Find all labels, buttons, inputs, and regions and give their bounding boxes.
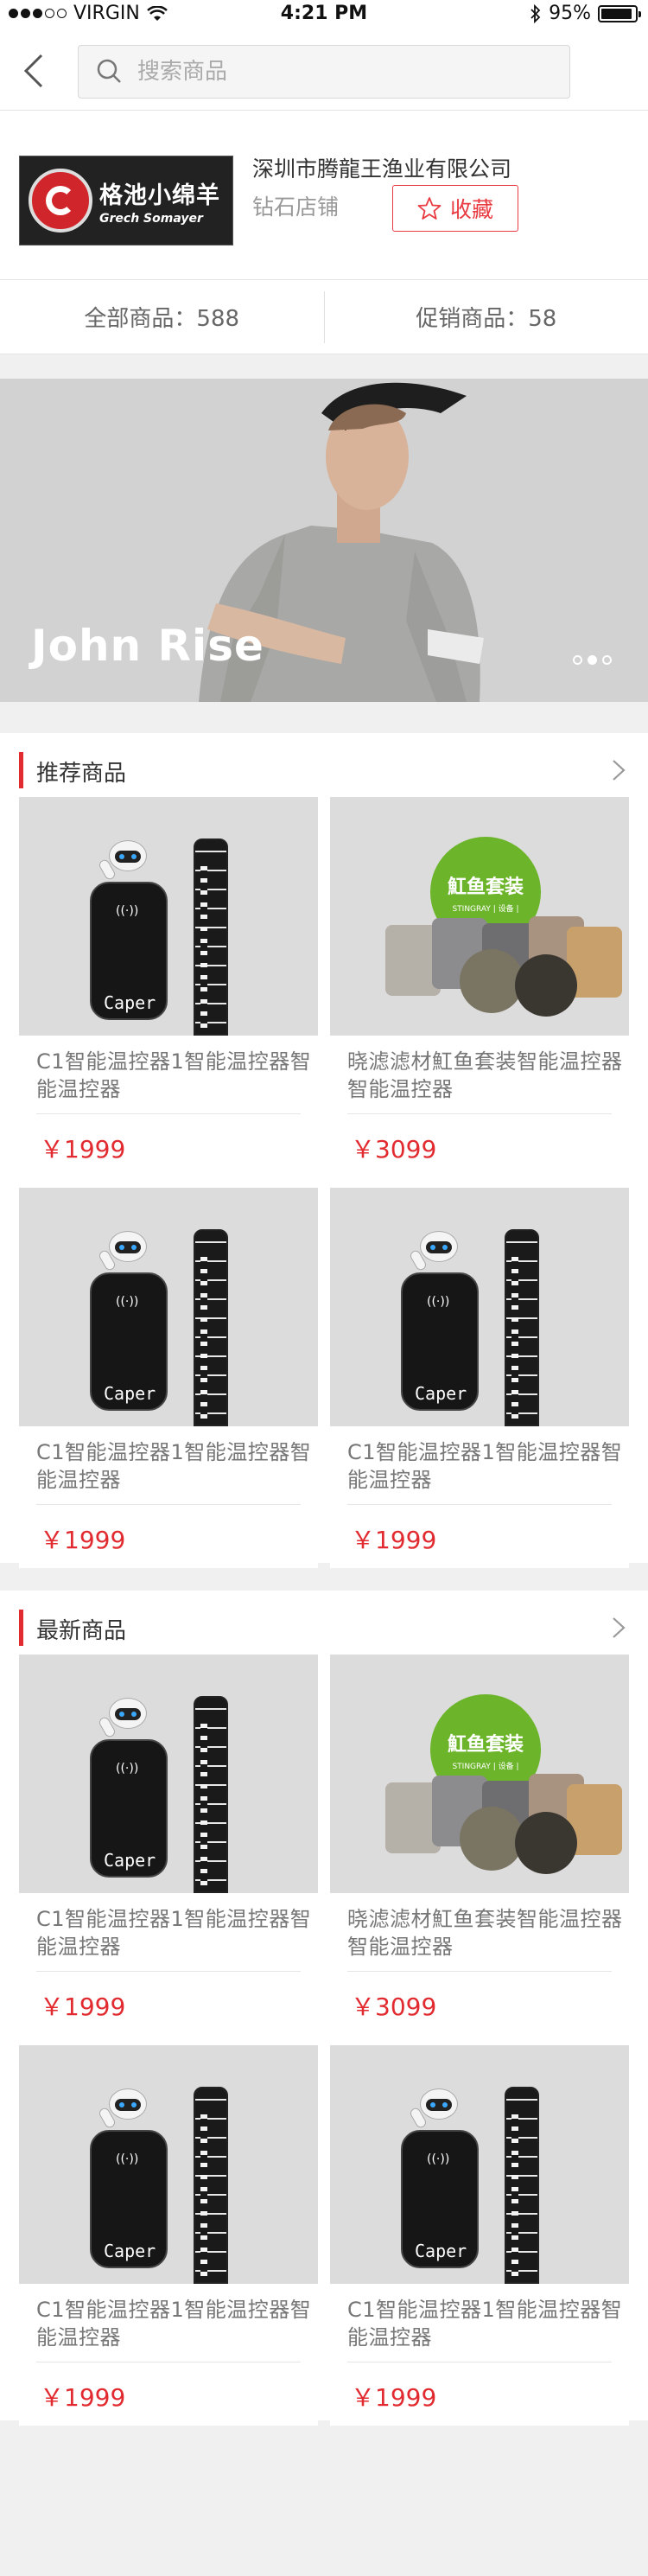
product-image-heater: ((·)) Caper	[19, 1655, 318, 1893]
carousel-dot-active[interactable]	[588, 655, 597, 665]
product-card[interactable]: ((·)) Caper C1智能温控器1智能温控器智能温控器 ￥1999	[19, 2045, 318, 2426]
product-brand: Caper	[104, 1850, 156, 1871]
product-card[interactable]: ((·)) Caper C1智能温控器1智能温控器智能温控器 ￥1999	[330, 1188, 629, 1568]
recommended-section: 推荐商品 ((·)) Caper C1智能温控器1智能温控器智能温控器 ￥1999…	[0, 733, 648, 1568]
battery-percent: 95%	[549, 3, 591, 24]
banner-carousel[interactable]: John Rise	[0, 379, 648, 702]
shop-logo: 格池小绵羊 Grech Somayer	[19, 156, 233, 245]
product-brand: Caper	[104, 2241, 156, 2261]
product-price: ￥1999	[40, 2383, 126, 2412]
product-name: C1智能温控器1智能温控器智能温控器	[36, 1440, 312, 1492]
star-icon	[417, 197, 442, 220]
product-price: ￥1999	[351, 2383, 437, 2412]
logo-text-cn: 格池小绵羊	[99, 182, 220, 209]
product-brand: Caper	[104, 1383, 156, 1404]
section-title: 推荐商品	[36, 761, 127, 787]
favorite-button[interactable]: 收藏	[392, 185, 518, 232]
all-products-tab[interactable]: 全部商品：588	[0, 301, 324, 333]
chevron-right-icon[interactable]	[608, 757, 629, 783]
banner-title: John Rise	[31, 621, 264, 671]
search-icon	[97, 59, 121, 83]
status-right: 95%	[530, 3, 641, 24]
product-image-heater: ((·)) Caper	[330, 1188, 629, 1426]
product-name: C1智能温控器1智能温控器智能温控器	[36, 1049, 312, 1101]
nav-bar	[0, 29, 648, 111]
product-price: ￥1999	[351, 1526, 437, 1554]
promo-products-tab[interactable]: 促销商品：58	[325, 301, 648, 333]
section-title: 最新商品	[36, 1618, 127, 1644]
product-card[interactable]: 魟鱼套装 STINGRAY | 设备 | 晓滤滤材魟鱼套装智能温控器智能温控器 ￥…	[330, 1655, 629, 2035]
product-image-filter-media: 魟鱼套装 STINGRAY | 设备 |	[330, 797, 629, 1036]
carousel-dot[interactable]	[602, 655, 612, 665]
shop-level: 钻石店铺	[252, 194, 340, 220]
product-brand: Caper	[415, 2241, 467, 2261]
chevron-right-icon[interactable]	[608, 1615, 629, 1641]
bluetooth-icon	[530, 3, 541, 23]
product-price: ￥1999	[40, 1993, 126, 2021]
status-bar: VIRGIN 4:21 PM 95%	[0, 0, 648, 29]
product-card[interactable]: 魟鱼套装 STINGRAY | 设备 | 晓滤滤材魟鱼套装智能温控器智能温控器 ￥…	[330, 797, 629, 1177]
product-image-heater: ((·)) Caper	[19, 1188, 318, 1426]
product-card[interactable]: ((·)) Caper C1智能温控器1智能温控器智能温控器 ￥1999	[19, 1655, 318, 2035]
section-header[interactable]: 推荐商品	[0, 733, 648, 799]
product-image-heater: ((·)) Caper	[19, 797, 318, 1036]
shop-header: 格池小绵羊 Grech Somayer 深圳市腾龍王渔业有限公司 钻石店铺 收藏	[0, 111, 648, 280]
product-price: ￥3099	[351, 1135, 437, 1164]
product-image-heater: ((·)) Caper	[19, 2045, 318, 2284]
logo-mark-icon	[29, 169, 92, 233]
carousel-indicator	[573, 655, 612, 665]
product-price: ￥3099	[351, 1993, 437, 2021]
product-name: 晓滤滤材魟鱼套装智能温控器智能温控器	[347, 1907, 623, 1959]
back-icon[interactable]	[19, 52, 54, 90]
section-accent-bar	[19, 752, 23, 788]
product-brand: Caper	[415, 1383, 467, 1404]
product-name: C1智能温控器1智能温控器智能温控器	[347, 1440, 623, 1492]
search-input[interactable]	[137, 59, 535, 85]
product-name: 晓滤滤材魟鱼套装智能温控器智能温控器	[347, 1049, 623, 1101]
product-name: C1智能温控器1智能温控器智能温控器	[36, 2298, 312, 2350]
section-accent-bar	[19, 1610, 23, 1646]
favorite-label: 收藏	[449, 197, 493, 222]
product-name: C1智能温控器1智能温控器智能温控器	[36, 1907, 312, 1959]
product-card[interactable]: ((·)) Caper C1智能温控器1智能温控器智能温控器 ￥1999	[19, 797, 318, 1177]
battery-icon	[598, 4, 641, 22]
newest-section: 最新商品 ((·)) Caper C1智能温控器1智能温控器智能温控器 ￥1999…	[0, 1591, 648, 2426]
product-counts: 全部商品：588 促销商品：58	[0, 280, 648, 354]
product-image-heater: ((·)) Caper	[330, 2045, 629, 2284]
search-box[interactable]	[78, 45, 570, 99]
product-name: C1智能温控器1智能温控器智能温控器	[347, 2298, 623, 2350]
product-card[interactable]: ((·)) Caper C1智能温控器1智能温控器智能温控器 ￥1999	[330, 2045, 629, 2426]
section-header[interactable]: 最新商品	[0, 1591, 648, 1656]
product-image-filter-media: 魟鱼套装 STINGRAY | 设备 |	[330, 1655, 629, 1893]
product-price: ￥1999	[40, 1135, 126, 1164]
product-price: ￥1999	[40, 1526, 126, 1554]
logo-text-en: Grech Somayer	[99, 211, 203, 226]
product-brand: Caper	[104, 992, 156, 1013]
shop-name: 深圳市腾龍王渔业有限公司	[252, 156, 512, 182]
carousel-dot[interactable]	[573, 655, 582, 665]
product-card[interactable]: ((·)) Caper C1智能温控器1智能温控器智能温控器 ￥1999	[19, 1188, 318, 1568]
